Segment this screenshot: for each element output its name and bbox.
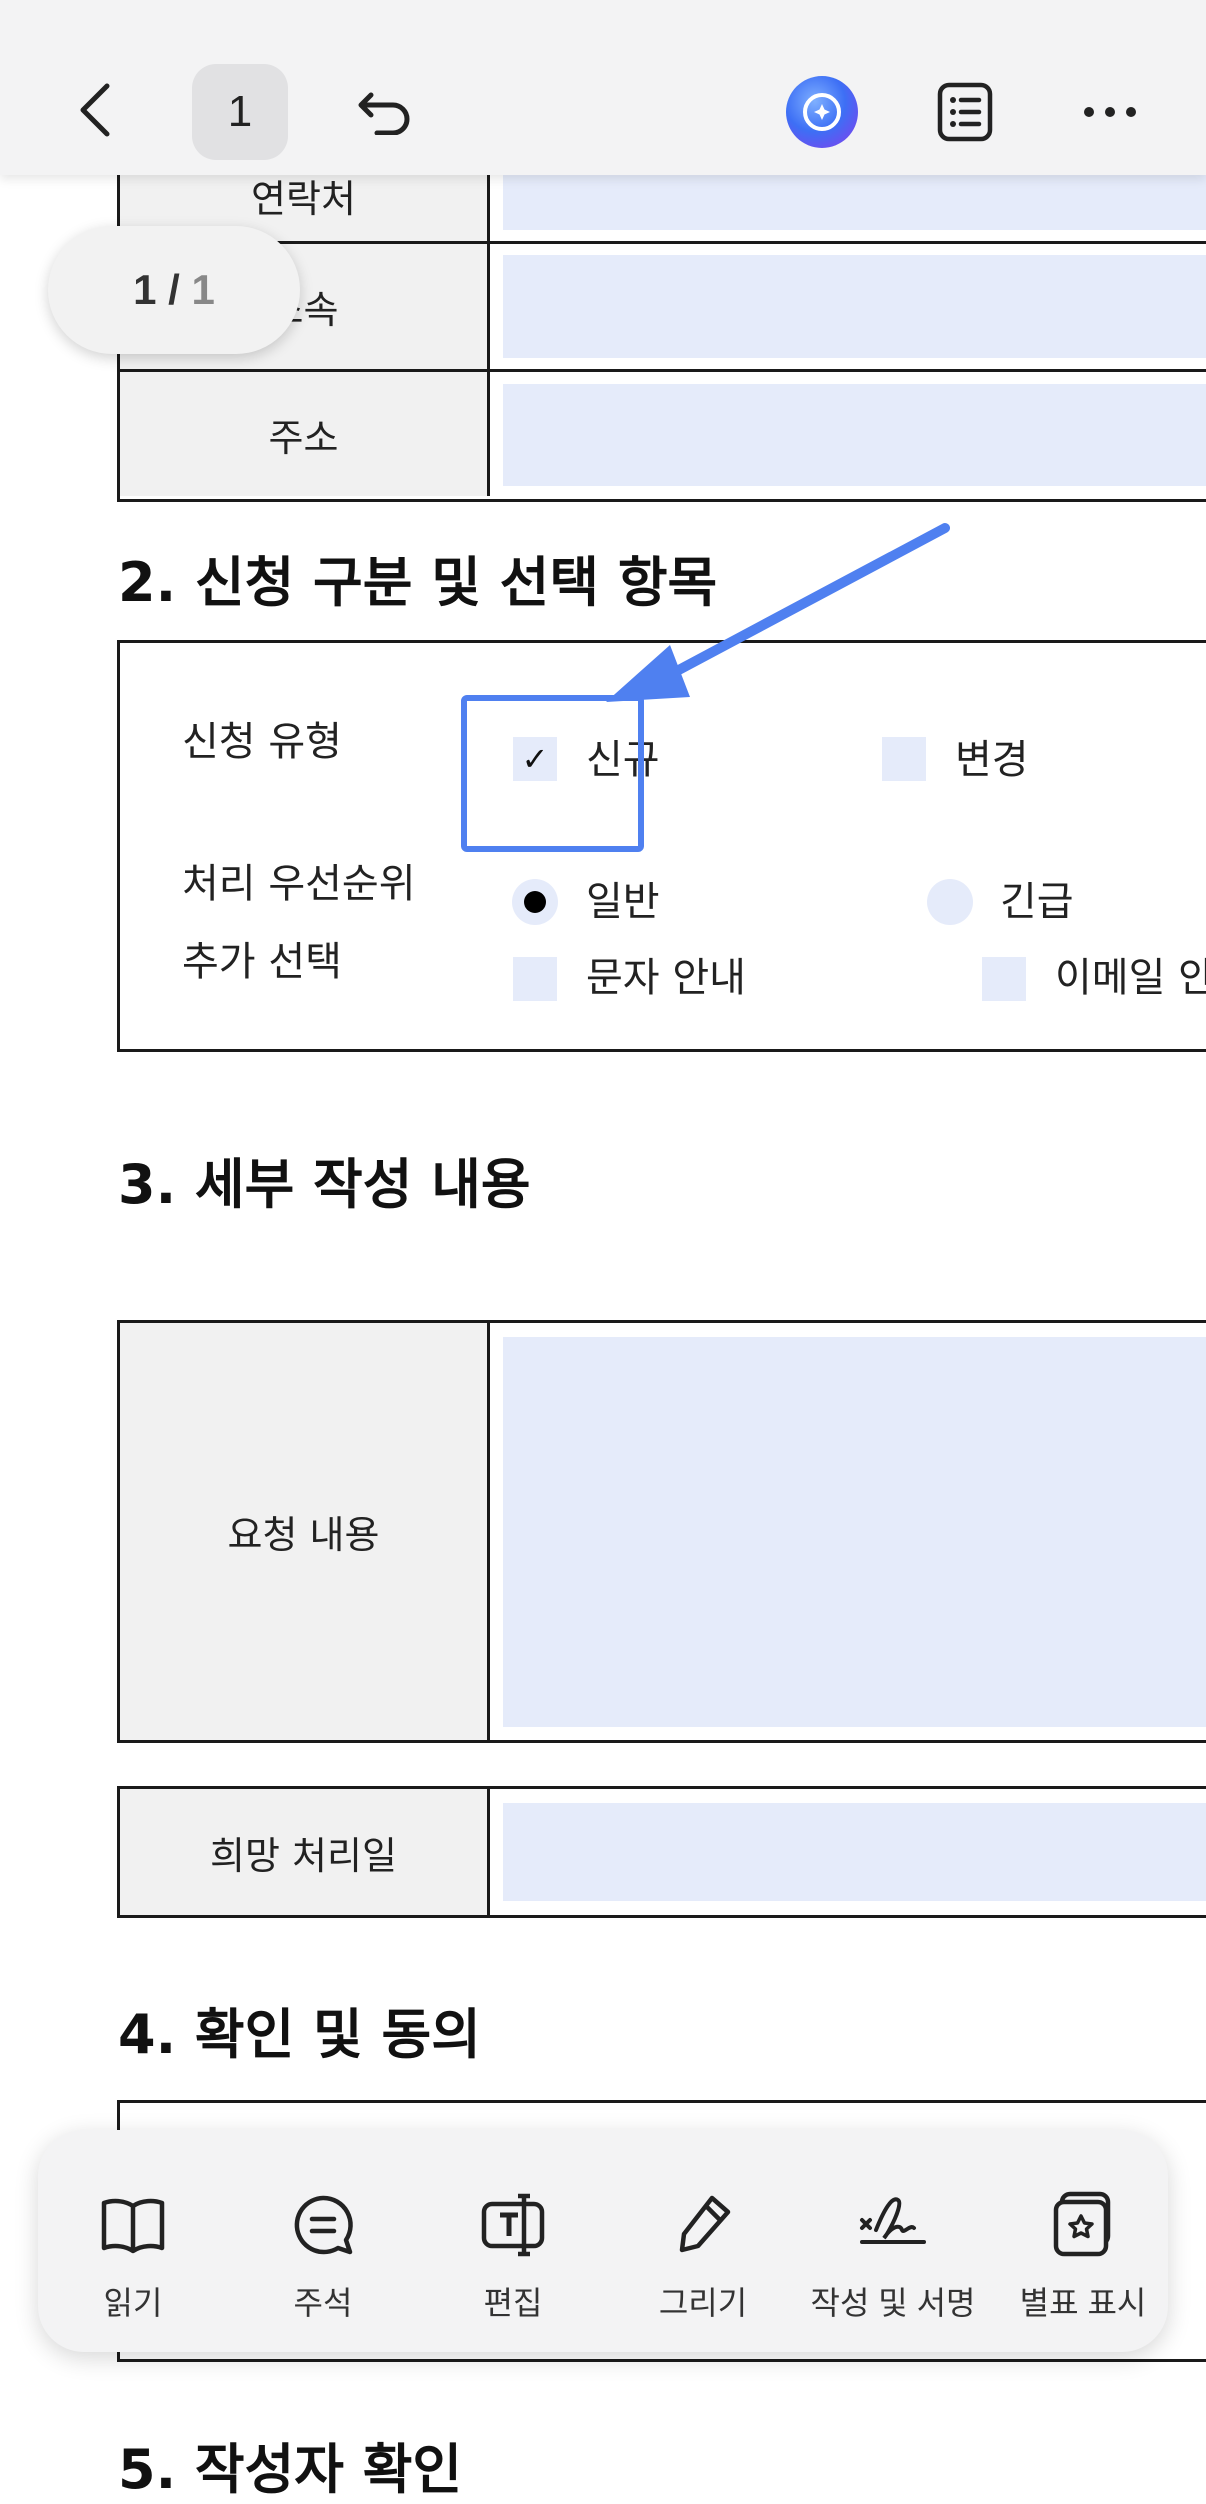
label-cell-request: 요청 내용	[120, 1323, 490, 1740]
tool-edit[interactable]: 편집	[418, 2130, 608, 2352]
desired-date-label: 희망 처리일	[210, 1833, 397, 1878]
tool-star-label: 별표 표시	[1019, 2285, 1147, 2321]
label-cell-date: 희망 처리일	[120, 1789, 490, 1915]
tool-draw[interactable]: 그리기	[608, 2130, 798, 2352]
pen-icon	[679, 2195, 731, 2253]
tool-fill-sign-label: 작성 및 서명	[810, 2285, 976, 2321]
desired-date-table: 희망 처리일	[117, 1786, 1206, 1918]
top-toolbar: 1	[0, 0, 1206, 175]
tool-draw-label: 그리기	[658, 2285, 748, 2321]
tool-comment[interactable]: 주석	[228, 2130, 418, 2352]
section-5-title: 5. 작성자 확인	[118, 2438, 463, 2501]
page-indicator: 1 / 1	[48, 226, 300, 354]
more-icon	[1084, 107, 1136, 117]
undo-icon	[358, 92, 410, 135]
desired-date-field[interactable]	[503, 1803, 1206, 1901]
tool-star[interactable]: 별표 표시	[988, 2130, 1168, 2352]
tool-fill-sign[interactable]: 작성 및 서명	[798, 2130, 988, 2352]
request-content-field[interactable]	[503, 1337, 1206, 1727]
request-content-label: 요청 내용	[227, 1513, 380, 1557]
star-bookmark-icon	[1053, 2191, 1111, 2257]
tool-edit-label: 편집	[483, 2285, 543, 2321]
page-number-text: 1	[227, 87, 253, 136]
section-4-title: 4. 확인 및 동의	[118, 2003, 481, 2066]
current-page: 1	[133, 266, 157, 313]
tool-comment-label: 주석	[293, 2285, 353, 2321]
outline-list-icon	[937, 82, 993, 142]
chevron-left-icon	[80, 83, 110, 137]
outline-list-button[interactable]	[925, 72, 1005, 152]
bottom-toolbar: 읽기 주석 편집 그리기 작성 및 서명 별표 표시	[38, 2130, 1168, 2352]
book-icon	[101, 2198, 165, 2254]
ai-assistant-button[interactable]	[782, 72, 862, 152]
tool-read[interactable]: 읽기	[38, 2130, 228, 2352]
comment-icon	[294, 2195, 353, 2255]
page-number-button[interactable]: 1	[192, 64, 288, 160]
more-button[interactable]	[1070, 72, 1150, 152]
text-edit-icon	[481, 2193, 545, 2257]
total-pages: 1	[191, 266, 215, 313]
request-content-table: 요청 내용	[117, 1320, 1206, 1743]
page-separator: /	[156, 266, 192, 313]
undo-button[interactable]	[345, 70, 425, 150]
section-3-title: 3. 세부 작성 내용	[118, 1153, 531, 1216]
signature-icon	[860, 2197, 926, 2244]
tool-read-label: 읽기	[103, 2285, 163, 2321]
ai-assistant-icon	[786, 76, 858, 148]
back-button[interactable]	[60, 65, 130, 155]
